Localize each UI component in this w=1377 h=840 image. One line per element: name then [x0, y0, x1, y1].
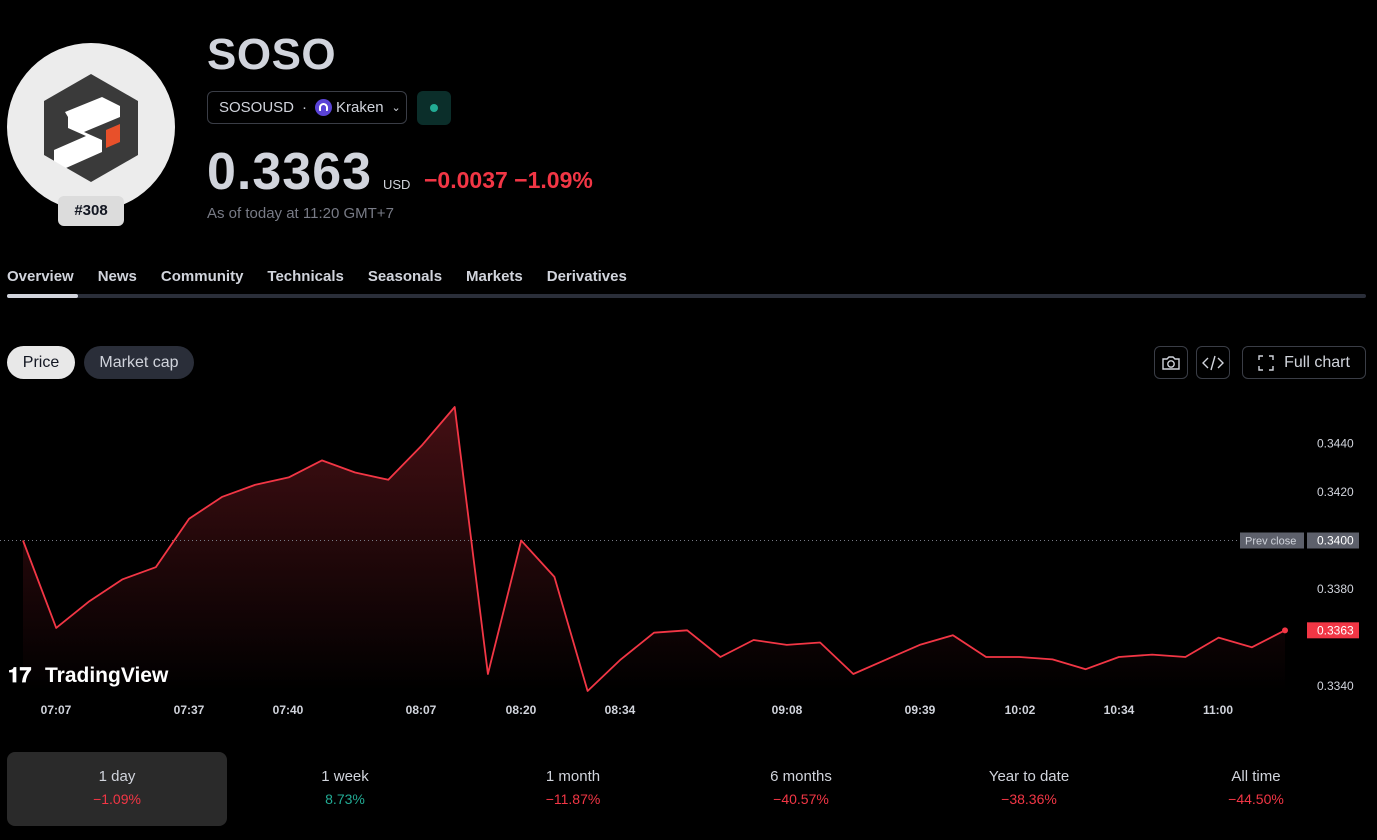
x-tick-label: 11:00 — [1203, 703, 1233, 717]
price-chart[interactable]: 0.3440 0.3420 0.3380 0.3340 Prev close 0.3400… — [0, 390, 1377, 730]
period-1-month[interactable]: 1 month −11.87% — [463, 752, 683, 826]
svg-text:𝟏𝟕: 𝟏𝟕 — [8, 664, 32, 687]
chevron-down-icon: ⌄ — [391, 102, 401, 114]
period-6-months[interactable]: 6 months −40.57% — [691, 752, 911, 826]
kraken-icon — [315, 99, 333, 116]
camera-icon — [1162, 355, 1180, 370]
period-label: 6 months — [770, 768, 832, 785]
full-chart-label: Full chart — [1284, 353, 1350, 371]
tab-markets[interactable]: Markets — [466, 268, 523, 285]
as-of-timestamp: As of today at 11:20 GMT+7 — [207, 205, 394, 222]
period-1-week[interactable]: 1 week 8.73% — [235, 752, 455, 826]
y-tick-label: 0.3340 — [1317, 679, 1354, 693]
x-tick-label: 07:40 — [273, 703, 304, 717]
prev-close-label: Prev close — [1245, 536, 1296, 548]
period-change: −11.87% — [545, 791, 601, 807]
pair-label: SOSOUSD — [219, 99, 295, 116]
soso-logo-icon — [44, 74, 138, 182]
tab-community[interactable]: Community — [161, 268, 244, 285]
period-1-day[interactable]: 1 day −1.09% — [7, 752, 227, 826]
tab-bar: Overview News Community Technicals Seaso… — [7, 268, 651, 285]
x-tick-label: 08:20 — [506, 703, 537, 717]
embed-button[interactable] — [1196, 346, 1230, 379]
x-tick-label: 07:07 — [41, 703, 72, 717]
x-tick-label: 07:37 — [174, 703, 205, 717]
prev-close-value: 0.3400 — [1317, 534, 1354, 548]
currency-label: USD — [383, 177, 411, 192]
x-tick-label: 09:39 — [905, 703, 936, 717]
last-price-label: 0.3363 — [1317, 623, 1354, 637]
full-chart-button[interactable]: Full chart — [1242, 346, 1366, 379]
tab-derivatives[interactable]: Derivatives — [547, 268, 627, 285]
exchange-selector[interactable]: SOSOUSD · Kraken ⌄ — [207, 91, 407, 124]
tab-underline-track — [7, 294, 1366, 298]
period-label: 1 day — [98, 768, 136, 785]
fullscreen-icon — [1258, 354, 1274, 371]
snapshot-button[interactable] — [1154, 346, 1188, 379]
price-change: −0.0037 −1.09% — [424, 167, 593, 193]
period-all-time[interactable]: All time −44.50% — [1146, 752, 1366, 826]
y-tick-label: 0.3440 — [1317, 436, 1354, 450]
x-tick-label: 10:02 — [1005, 703, 1036, 717]
x-tick-label: 08:34 — [605, 703, 636, 717]
price-area-fill — [23, 407, 1285, 691]
period-year-to-date[interactable]: Year to date −38.36% — [919, 752, 1139, 826]
status-dot-icon — [430, 104, 438, 112]
tab-news[interactable]: News — [98, 268, 137, 285]
period-change: −1.09% — [93, 791, 141, 807]
market-status-button[interactable] — [417, 91, 451, 125]
y-tick-label: 0.3420 — [1317, 485, 1354, 499]
rank-badge: #308 — [58, 196, 124, 226]
price-toggle-button[interactable]: Price — [7, 346, 75, 379]
market-cap-toggle-button[interactable]: Market cap — [84, 346, 194, 379]
separator: · — [302, 99, 308, 116]
x-tick-label: 09:08 — [772, 703, 803, 717]
tab-technicals[interactable]: Technicals — [267, 268, 343, 285]
tab-seasonals[interactable]: Seasonals — [368, 268, 442, 285]
tab-overview[interactable]: Overview — [7, 268, 74, 285]
period-label: 1 week — [321, 768, 369, 785]
price-value: 0.3363 — [207, 143, 373, 201]
period-change: −40.57% — [773, 791, 829, 807]
code-icon — [1202, 355, 1224, 370]
y-tick-label: 0.3380 — [1317, 582, 1354, 596]
period-change: −44.50% — [1228, 791, 1284, 807]
coin-title: SOSO — [207, 30, 337, 79]
watermark-text: TradingView — [45, 664, 169, 687]
period-label: Year to date — [988, 768, 1070, 785]
period-label: All time — [1231, 768, 1281, 785]
last-price-point — [1282, 627, 1288, 634]
x-tick-label: 10:34 — [1104, 703, 1135, 717]
x-tick-label: 08:07 — [406, 703, 437, 717]
period-label: 1 month — [545, 768, 601, 785]
period-change: 8.73% — [325, 791, 365, 807]
period-change: −38.36% — [1001, 791, 1057, 807]
tab-active-indicator — [7, 294, 78, 298]
exchange-label: Kraken — [336, 99, 384, 116]
